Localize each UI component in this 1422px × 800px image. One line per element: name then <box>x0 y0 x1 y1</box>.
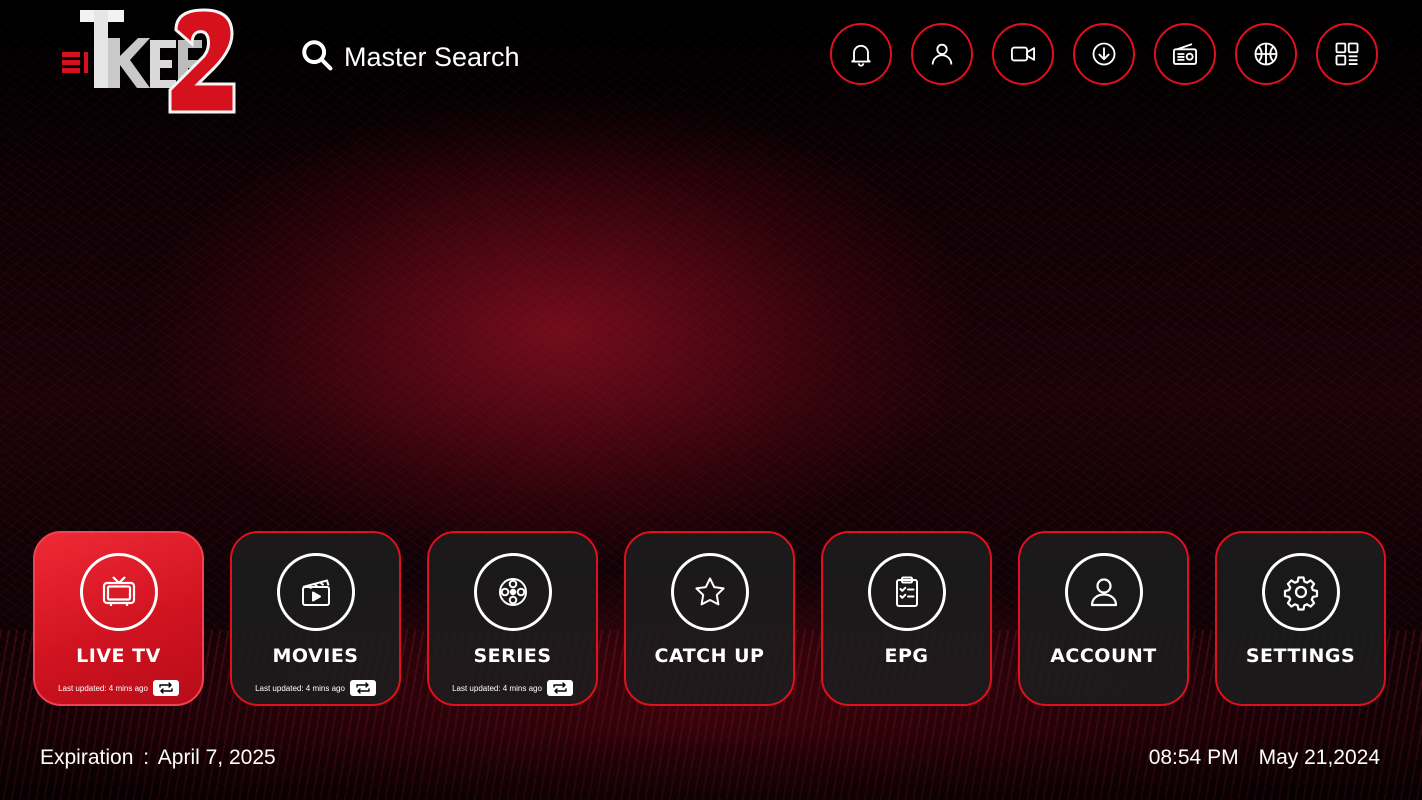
tile-label: ACCOUNT <box>1050 645 1157 667</box>
downloads-button[interactable] <box>1073 23 1135 85</box>
basketball-icon <box>1254 42 1278 66</box>
refresh-icon <box>356 682 370 694</box>
refresh-button[interactable] <box>152 680 179 696</box>
clipboard-icon <box>895 576 918 607</box>
tile-label: CATCH UP <box>654 645 765 667</box>
radio-icon <box>1172 43 1198 65</box>
last-updated-row: Last updated: 4 mins ago <box>35 680 202 696</box>
tile-icon-circle <box>79 553 158 631</box>
user-icon <box>1090 578 1117 607</box>
refresh-button[interactable] <box>349 680 376 696</box>
top-icon-bar <box>830 23 1378 85</box>
tile-label: MOVIES <box>272 645 359 667</box>
clapperboard-icon <box>301 579 330 606</box>
tile-icon-circle <box>276 553 355 631</box>
video-camera-icon <box>1010 46 1036 62</box>
tile-label: LIVE TV <box>76 645 161 667</box>
bell-icon <box>851 44 871 67</box>
master-search-button[interactable]: Master Search <box>300 38 520 76</box>
last-updated-row: Last updated: 4 mins ago <box>429 680 596 696</box>
tile-catch-up[interactable]: CATCH UP <box>624 531 795 706</box>
tile-icon-circle <box>1064 553 1143 631</box>
current-time: 08:54 PM <box>1148 746 1239 769</box>
tv-icon <box>102 576 135 606</box>
refresh-button[interactable] <box>546 680 573 696</box>
tile-label: SERIES <box>473 645 552 667</box>
grid-icon <box>1335 42 1359 66</box>
refresh-icon <box>553 682 567 694</box>
user-icon <box>931 43 953 65</box>
master-search-label: Master Search <box>344 41 520 72</box>
last-updated-text: Last updated: 4 mins ago <box>452 683 542 693</box>
sports-button[interactable] <box>1235 23 1297 85</box>
star-icon <box>694 577 725 606</box>
app-logo <box>58 8 236 116</box>
tile-label: SETTINGS <box>1245 645 1356 667</box>
tile-settings[interactable]: SETTINGS <box>1215 531 1386 706</box>
expiration-label: Expiration <box>40 746 134 769</box>
expiration-date: April 7, 2025 <box>157 746 276 769</box>
tile-live-tv[interactable]: LIVE TV Last updated: 4 mins ago <box>33 531 204 706</box>
tile-series[interactable]: SERIES Last updated: 4 mins ago <box>427 531 598 706</box>
last-updated-text: Last updated: 4 mins ago <box>58 683 148 693</box>
tile-icon-circle <box>473 553 552 631</box>
tile-account[interactable]: ACCOUNT <box>1018 531 1189 706</box>
last-updated-text: Last updated: 4 mins ago <box>255 683 345 693</box>
search-icon <box>300 38 334 76</box>
current-date: May 21,2024 <box>1258 746 1380 769</box>
main-menu: LIVE TV Last updated: 4 mins ago MOVIES … <box>33 531 1386 706</box>
expiration-separator: : <box>143 746 150 769</box>
apps-button[interactable] <box>1316 23 1378 85</box>
download-icon <box>1092 42 1116 66</box>
tile-movies[interactable]: MOVIES Last updated: 4 mins ago <box>230 531 401 706</box>
tile-epg[interactable]: EPG <box>821 531 992 706</box>
radio-button[interactable] <box>1154 23 1216 85</box>
refresh-icon <box>159 682 173 694</box>
tile-icon-circle <box>867 553 946 631</box>
gear-icon <box>1283 576 1318 611</box>
notifications-button[interactable] <box>830 23 892 85</box>
film-reel-icon <box>498 578 527 606</box>
recordings-button[interactable] <box>992 23 1054 85</box>
tile-label: EPG <box>884 645 929 667</box>
tile-icon-circle <box>1261 553 1340 631</box>
profile-button[interactable] <box>911 23 973 85</box>
tile-icon-circle <box>670 553 749 631</box>
clock: 08:54 PM May 21,2024 <box>1149 746 1380 770</box>
expiration-info: Expiration : April 7, 2025 <box>40 746 276 770</box>
last-updated-row: Last updated: 4 mins ago <box>232 680 399 696</box>
